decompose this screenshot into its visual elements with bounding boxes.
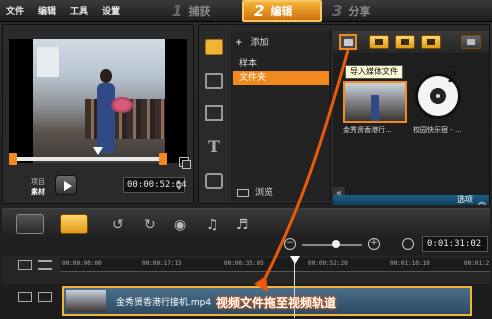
library-content: 导入媒体文件 ♪ 金秀贤香港行... 校园快乐宿 - ... [333, 31, 489, 201]
graphics-icon[interactable] [205, 173, 223, 189]
redo-icon[interactable]: ↻ [144, 218, 156, 232]
browse-button[interactable]: 浏览 [237, 185, 273, 198]
trim-start-handle[interactable] [9, 153, 17, 165]
browse-label: 浏览 [255, 188, 274, 198]
preview-timecode[interactable]: 00:00:52:04 [123, 177, 187, 193]
menu-bar: 文件 编辑 工具 设置 [6, 4, 120, 17]
trim-end-handle[interactable] [159, 153, 167, 165]
step-edit-tab[interactable]: 2 编辑 [242, 0, 322, 22]
chapter-list-icon[interactable] [38, 260, 52, 270]
video-track-header [2, 284, 58, 318]
add-folder-button[interactable]: + 添加 [235, 35, 269, 48]
record-icon[interactable]: ◉ [174, 218, 186, 232]
show-video-button[interactable] [369, 35, 389, 49]
media-icon[interactable] [205, 39, 223, 55]
preview-mode-labels: 项目 素材 [31, 177, 45, 197]
top-bar: 文件 编辑 工具 设置 1 捕获 2 编辑 3 分享 [0, 0, 492, 22]
step-number: 3 [332, 2, 343, 20]
enlarge-preview-icon[interactable] [179, 157, 191, 169]
music-note-icon: ♪ [447, 67, 458, 86]
video-track-icon[interactable] [18, 292, 32, 302]
timeline-view-button[interactable] [60, 214, 88, 234]
list-view-button[interactable] [461, 35, 481, 49]
show-photo-button[interactable] [395, 35, 415, 49]
track-header-controls [2, 258, 58, 282]
chevron-up-icon: ︽ [478, 197, 486, 206]
ruler-label: 00:01:2 [464, 260, 490, 267]
video-frame-image [33, 39, 165, 163]
mode-clip[interactable]: 素材 [31, 187, 45, 197]
fit-project-icon[interactable] [402, 238, 414, 250]
transition-icon[interactable] [205, 105, 223, 121]
timeline-ruler[interactable]: 00:00:00:00 00:00:17:15 00:00:35:05 00:0… [60, 258, 490, 272]
storyboard-view-button[interactable] [16, 214, 44, 234]
scene-head [100, 69, 112, 83]
step-capture-tab[interactable]: 1 捕获 [162, 0, 242, 22]
import-tooltip: 导入媒体文件 [345, 65, 403, 79]
timecode-spinner-icon[interactable] [176, 180, 182, 190]
library-panel: T + 添加 样本 文件夹 浏览 导入媒体文件 ♪ 金秀贤香港行... 校园快乐… [198, 24, 490, 206]
workflow-steps: 1 捕获 2 编辑 3 分享 [162, 0, 402, 22]
audio-mixer-icon[interactable]: ♫ [206, 218, 219, 232]
library-toolbar [333, 31, 489, 53]
nav-item-samples[interactable]: 样本 [233, 57, 329, 71]
zoom-slider[interactable] [302, 240, 362, 248]
ruler-label: 00:00:17:15 [142, 260, 182, 267]
scene-sign [37, 47, 59, 77]
auto-music-icon[interactable]: ♬ [236, 218, 249, 232]
show-audio-button[interactable] [421, 35, 441, 49]
annotation-text: 视频文件拖至视频轨道 [216, 296, 337, 310]
scrubber-thumb[interactable] [93, 147, 103, 155]
title-icon[interactable]: T [205, 139, 223, 155]
clip-thumbnail [66, 290, 106, 312]
clip-name: 金秀贤香港行接机.mp4 [116, 298, 212, 308]
media-caption: 校园快乐宿 - ... [413, 126, 462, 134]
ruler-label: 00:00:35:05 [224, 260, 264, 267]
scene-flowers [111, 97, 133, 113]
ruler-label: 00:00:00:00 [62, 260, 102, 267]
step-label: 捕获 [188, 5, 211, 18]
nav-item-folder[interactable]: 文件夹 [233, 71, 329, 85]
menu-file[interactable]: 文件 [6, 4, 24, 17]
trim-scrubber[interactable] [9, 147, 167, 165]
ruler-label: 00:01:10:10 [390, 260, 430, 267]
menu-settings[interactable]: 设置 [102, 4, 120, 17]
video-preview[interactable] [9, 39, 187, 163]
thumbnail-figure [371, 95, 379, 121]
video-editor-window: 文件 编辑 工具 设置 1 捕获 2 编辑 3 分享 项目 素材 00:00:5… [0, 0, 492, 319]
instant-project-icon[interactable] [205, 73, 223, 89]
step-number: 2 [254, 2, 265, 20]
undo-icon[interactable]: ↺ [112, 218, 124, 232]
step-label: 编辑 [270, 5, 293, 18]
scene-person [97, 83, 115, 153]
add-label: 添加 [250, 38, 269, 48]
media-thumbnail-video[interactable] [343, 81, 407, 123]
import-media-button[interactable] [339, 34, 357, 50]
zoom-out-icon[interactable]: − [284, 238, 296, 250]
ruler-label: 00:00:52:20 [308, 260, 348, 267]
media-caption: 金秀贤香港行... [343, 126, 392, 134]
track-manager-icon[interactable] [18, 260, 32, 270]
options-button[interactable]: 选项 ︽ [333, 195, 489, 206]
zoom-slider-knob[interactable] [332, 240, 340, 248]
track-visibility-icon[interactable] [38, 292, 52, 302]
step-share-tab[interactable]: 3 分享 [322, 0, 402, 22]
preview-panel: 项目 素材 00:00:52:04 [2, 24, 194, 204]
zoom-controls: − + 0:01:31:02 [284, 236, 490, 254]
media-thumbnail-audio[interactable]: ♪ [411, 67, 467, 123]
browse-icon [237, 188, 249, 197]
menu-edit[interactable]: 编辑 [38, 4, 56, 17]
library-nav: + 添加 样本 文件夹 浏览 [231, 31, 331, 201]
menu-tools[interactable]: 工具 [70, 4, 88, 17]
timeline-duration: 0:01:31:02 [422, 236, 488, 252]
library-tool-column: T [201, 35, 227, 200]
mode-project[interactable]: 项目 [31, 177, 45, 187]
step-number: 1 [172, 2, 183, 20]
zoom-in-icon[interactable]: + [368, 238, 380, 250]
options-label: 选项 [457, 195, 473, 204]
play-button[interactable] [55, 175, 77, 195]
plus-icon: + [235, 38, 243, 48]
step-label: 分享 [348, 5, 371, 18]
timeline-toolbar: ↺ ↻ ◉ ♫ ♬ [2, 208, 490, 238]
